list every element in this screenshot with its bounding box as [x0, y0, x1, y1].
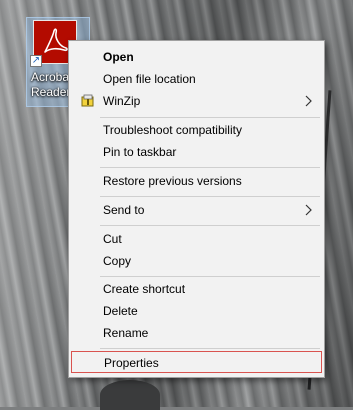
menu-item-pin-to-taskbar[interactable]: Pin to taskbar	[71, 141, 322, 163]
shortcut-arrow-icon: ↗	[30, 55, 42, 67]
menu-separator	[100, 196, 320, 197]
menu-item-label: Send to	[103, 203, 145, 217]
menu-item-create-shortcut[interactable]: Create shortcut	[71, 278, 322, 300]
menu-item-label: Create shortcut	[103, 282, 186, 296]
menu-item-open[interactable]: Open	[71, 46, 322, 68]
menu-item-label: WinZip	[103, 94, 141, 108]
menu-item-label: Open file location	[103, 72, 196, 86]
menu-separator	[100, 117, 320, 118]
menu-item-winzip[interactable]: WinZip	[71, 90, 322, 112]
menu-item-label: Properties	[104, 356, 159, 370]
menu-item-label: Pin to taskbar	[103, 145, 177, 159]
menu-item-restore-previous-versions[interactable]: Restore previous versions	[71, 170, 322, 192]
menu-item-properties[interactable]: Properties	[71, 351, 322, 373]
chevron-right-icon	[305, 204, 312, 216]
menu-item-label: Troubleshoot compatibility	[103, 123, 242, 137]
menu-item-copy[interactable]: Copy	[71, 250, 322, 272]
menu-item-rename[interactable]: Rename	[71, 322, 322, 344]
menu-item-send-to[interactable]: Send to	[71, 199, 322, 221]
menu-item-troubleshoot-compatibility[interactable]: Troubleshoot compatibility	[71, 119, 322, 141]
menu-item-open-file-location[interactable]: Open file location	[71, 68, 322, 90]
context-menu: Open Open file location WinZip Troublesh…	[68, 40, 325, 378]
menu-separator	[100, 225, 320, 226]
menu-item-label: Copy	[103, 254, 132, 268]
menu-item-label: Restore previous versions	[103, 174, 242, 188]
wallpaper-rock	[100, 380, 160, 410]
menu-item-cut[interactable]: Cut	[71, 228, 322, 250]
menu-item-label: Cut	[103, 232, 122, 246]
chevron-right-icon	[305, 95, 312, 107]
menu-separator	[100, 276, 320, 277]
menu-item-delete[interactable]: Delete	[71, 300, 322, 322]
menu-separator	[100, 167, 320, 168]
menu-item-label: Open	[103, 50, 134, 64]
menu-item-label: Rename	[103, 326, 149, 340]
menu-separator	[100, 348, 320, 349]
winzip-icon	[81, 94, 94, 107]
menu-item-label: Delete	[103, 304, 138, 318]
